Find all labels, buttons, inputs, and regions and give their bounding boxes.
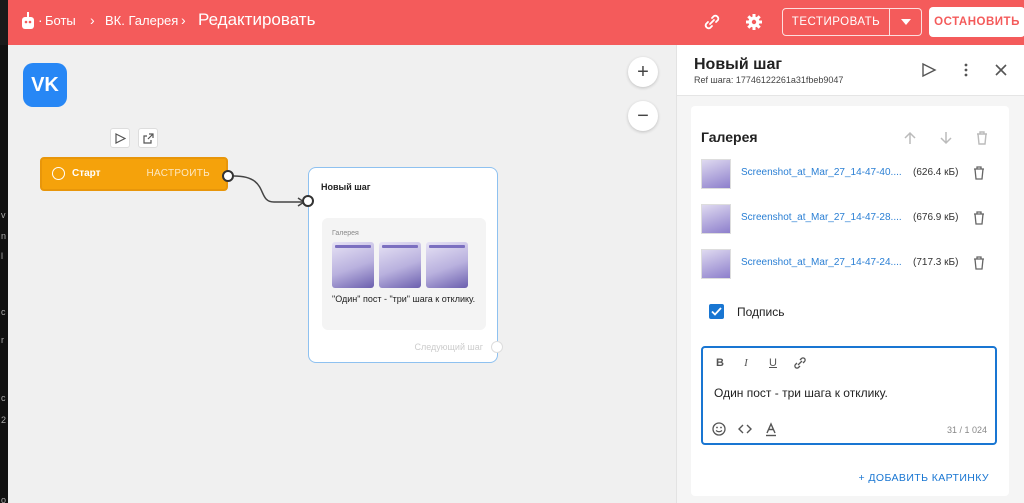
edge-fragment: 2	[1, 415, 7, 425]
trash-icon[interactable]	[972, 255, 986, 271]
edge-fragment: l	[1, 251, 3, 261]
file-name-link[interactable]: Screenshot_at_Mar_27_14-47-24....	[741, 257, 902, 268]
close-icon[interactable]	[993, 62, 1009, 78]
edge-fragment: r	[1, 335, 4, 345]
file-thumbnail	[701, 159, 731, 189]
step-node-title: Новый шаг	[321, 182, 371, 192]
breadcrumb-separator: ·	[38, 12, 43, 28]
edge-fragment: v	[1, 210, 6, 220]
gallery-file-row: Screenshot_at_Mar_27_14-47-40.... (626.4…	[701, 155, 1001, 193]
next-step-label: Следующий шаг	[414, 342, 483, 352]
gallery-thumbnail	[426, 242, 468, 288]
text-color-icon[interactable]	[763, 421, 779, 437]
edge-fragment: o	[1, 495, 7, 503]
file-thumbnail	[701, 204, 731, 234]
step-gallery-preview: Галерея "Один" пост - "три" шага к откли…	[322, 218, 486, 330]
breadcrumb-bots[interactable]: Боты	[45, 13, 76, 28]
test-button[interactable]: ТЕСТИРОВАТЬ	[782, 8, 890, 36]
panel-body: Галерея Screenshot_at_Mar_27_14-47-40...…	[677, 96, 1024, 503]
gallery-card-title: Галерея	[701, 129, 758, 145]
robot-icon[interactable]	[20, 11, 36, 31]
file-size: (717.3 кБ)	[913, 257, 959, 268]
gallery-thumbnail	[379, 242, 421, 288]
trash-icon[interactable]	[974, 130, 990, 146]
italic-button[interactable]: I	[739, 357, 753, 369]
emoji-icon[interactable]	[711, 421, 727, 437]
check-icon	[711, 307, 722, 316]
code-icon[interactable]	[737, 421, 753, 437]
gallery-card: Галерея Screenshot_at_Mar_27_14-47-40...…	[691, 106, 1009, 496]
top-bar: · Боты › ВК. Галерея › Редактировать ТЕС…	[8, 0, 1024, 45]
caption-label[interactable]: Подпись	[737, 305, 785, 319]
caption-text[interactable]: Один пост - три шага к отклику.	[714, 386, 888, 400]
gallery-file-row: Screenshot_at_Mar_27_14-47-28.... (676.9…	[701, 200, 1001, 238]
gear-icon[interactable]	[744, 12, 764, 32]
file-name-link[interactable]: Screenshot_at_Mar_27_14-47-40....	[741, 167, 902, 178]
gallery-label: Галерея	[332, 230, 359, 237]
step-settings-panel: Новый шаг Ref шага: 17746122261a31fbeb90…	[676, 45, 1024, 503]
file-thumbnail	[701, 249, 731, 279]
arrow-up-icon[interactable]	[902, 130, 918, 146]
arrow-down-icon[interactable]	[938, 130, 954, 146]
step-ref: Ref шага: 17746122261a31fbeb9047	[694, 75, 844, 85]
trash-icon[interactable]	[972, 210, 986, 226]
file-name-link[interactable]: Screenshot_at_Mar_27_14-47-28....	[741, 212, 902, 223]
gallery-thumbnail	[332, 242, 374, 288]
send-icon[interactable]	[921, 62, 937, 78]
trash-icon[interactable]	[972, 165, 986, 181]
flow-canvas[interactable]: VK + − Старт НАСТРОИТЬ Новый шаг Галерея…	[8, 45, 676, 503]
link-icon[interactable]	[702, 12, 722, 32]
file-size: (626.4 кБ)	[913, 167, 959, 178]
edge-fragment: n	[1, 231, 7, 241]
edge-fragment: c	[1, 307, 6, 317]
panel-title: Новый шаг	[694, 56, 783, 73]
breadcrumb-gallery[interactable]: ВК. Галерея	[105, 13, 178, 28]
step-node[interactable]: Новый шаг Галерея "Один" пост - "три" ша…	[308, 167, 503, 363]
stop-button[interactable]: ОСТАНОВИТЬ	[929, 7, 1024, 37]
test-dropdown-button[interactable]	[890, 8, 922, 36]
add-picture-button[interactable]: + ДОБАВИТЬ КАРТИНКУ	[859, 472, 989, 484]
char-counter: 31 / 1 024	[946, 425, 987, 435]
breadcrumb-chevron-icon: ›	[90, 12, 95, 28]
step-preview-text: "Один" пост - "три" шага к отклику.	[332, 294, 476, 304]
left-edge-strip: v n l c r c 2 o	[0, 45, 8, 503]
underline-button[interactable]: U	[766, 357, 780, 369]
page-title: Редактировать	[198, 10, 316, 29]
step-input-connector[interactable]	[302, 195, 314, 207]
more-vertical-icon[interactable]	[958, 62, 974, 78]
breadcrumb-chevron-icon: ›	[181, 12, 186, 28]
file-size: (676.9 кБ)	[913, 212, 959, 223]
link-icon[interactable]	[793, 357, 807, 369]
bold-button[interactable]: B	[713, 357, 727, 369]
edge-fragment: c	[1, 393, 6, 403]
gallery-file-row: Screenshot_at_Mar_27_14-47-24.... (717.3…	[701, 245, 1001, 283]
caption-checkbox[interactable]	[709, 304, 724, 319]
caption-editor[interactable]: B I U Один пост - три шага к отклику. 31…	[701, 346, 997, 445]
caret-down-icon	[900, 19, 911, 25]
next-step-connector[interactable]	[491, 341, 503, 353]
